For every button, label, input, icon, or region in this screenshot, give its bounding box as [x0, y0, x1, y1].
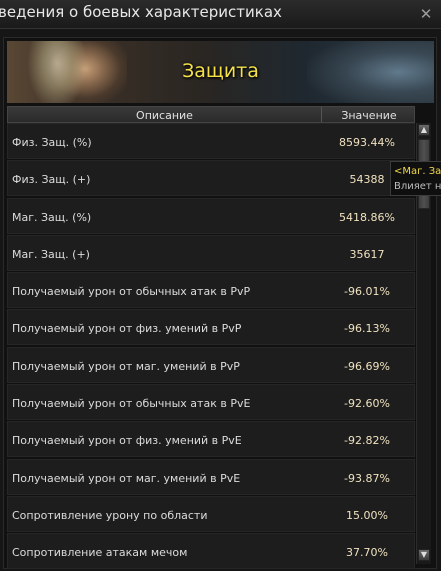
tooltip-text: Влияет на [394, 181, 441, 192]
table-row[interactable]: Получаемый урон от физ. умений в PvE -92.… [7, 421, 415, 458]
row-value: 15.00% [346, 508, 388, 522]
row-description: Маг. Защ. (+) [12, 247, 90, 261]
row-description: Маг. Защ. (%) [12, 210, 92, 224]
table-row[interactable]: Маг. Защ. (%) 5418.86% [7, 197, 415, 234]
stats-table: Физ. Защ. (%) 8593.44% Физ. Защ. (+) 54388… [7, 123, 415, 571]
table-row[interactable]: Физ. Защ. (+) 54388 [7, 160, 415, 197]
row-value: -93.87% [344, 471, 390, 485]
scroll-up-icon[interactable]: ▲ [418, 124, 430, 136]
row-description: Сопротивление урону по области [12, 508, 208, 522]
close-icon[interactable]: ✕ [417, 5, 435, 23]
row-value: -92.60% [344, 397, 390, 411]
row-description: Получаемый урон от маг. умений в PvP [12, 359, 240, 373]
window-title-bar: ведения о боевых характеристиках ✕ [0, 0, 441, 29]
table-row[interactable]: Маг. Защ. (+) 35617 [7, 234, 415, 271]
category-title: Защита [182, 60, 259, 82]
column-header-description: Описание [136, 109, 193, 122]
row-description: Получаемый урон от физ. умений в PvE [12, 434, 242, 448]
table-header: Описание Значение [7, 106, 415, 123]
row-value: 37.70% [346, 546, 388, 560]
table-row[interactable]: Получаемый урон от маг. умений в PvE -93.… [7, 458, 415, 495]
window-title: ведения о боевых характеристиках [0, 3, 282, 21]
row-value: -92.82% [344, 434, 390, 448]
row-description: Получаемый урон от маг. умений в PvE [12, 471, 241, 485]
table-row[interactable]: Получаемый урон от маг. умений в PvP -96.… [7, 346, 415, 383]
table-row[interactable]: Сопротивление урону по области 15.00% [7, 495, 415, 532]
row-description: Получаемый урон от физ. умений в PvP [12, 322, 242, 336]
table-row[interactable]: Получаемый урон от физ. умений в PvP -96.… [7, 309, 415, 346]
row-value: -96.01% [344, 285, 390, 299]
category-banner: Защита [7, 41, 434, 103]
row-description: Сопротивление атакам мечом [12, 546, 188, 560]
table-row[interactable]: Сопротивление атакам мечом 37.70% [7, 533, 415, 570]
row-value: 5418.86% [339, 210, 395, 224]
row-value: 35617 [349, 247, 385, 261]
table-row[interactable]: Получаемый урон от обычных атак в PvE -92… [7, 384, 415, 421]
table-row[interactable]: Получаемый урон от обычных атак в PvP -96… [7, 272, 415, 309]
row-value: 8593.44% [339, 136, 395, 149]
row-value: -96.69% [344, 359, 390, 373]
stat-tooltip: <Маг. Защ Влияет на [390, 161, 441, 196]
table-row[interactable]: Физ. Защ. (%) 8593.44% [7, 123, 415, 159]
scroll-down-icon[interactable]: ▼ [418, 549, 430, 561]
row-description: Получаемый урон от обычных атак в PvE [12, 397, 251, 411]
column-header-value: Значение [341, 109, 397, 122]
row-description: Физ. Защ. (+) [12, 173, 91, 187]
row-description: Получаемый урон от обычных атак в PvP [12, 285, 251, 299]
row-description: Физ. Защ. (%) [12, 136, 92, 149]
row-value: -96.13% [344, 322, 390, 336]
tooltip-title: <Маг. Защ [394, 166, 441, 177]
